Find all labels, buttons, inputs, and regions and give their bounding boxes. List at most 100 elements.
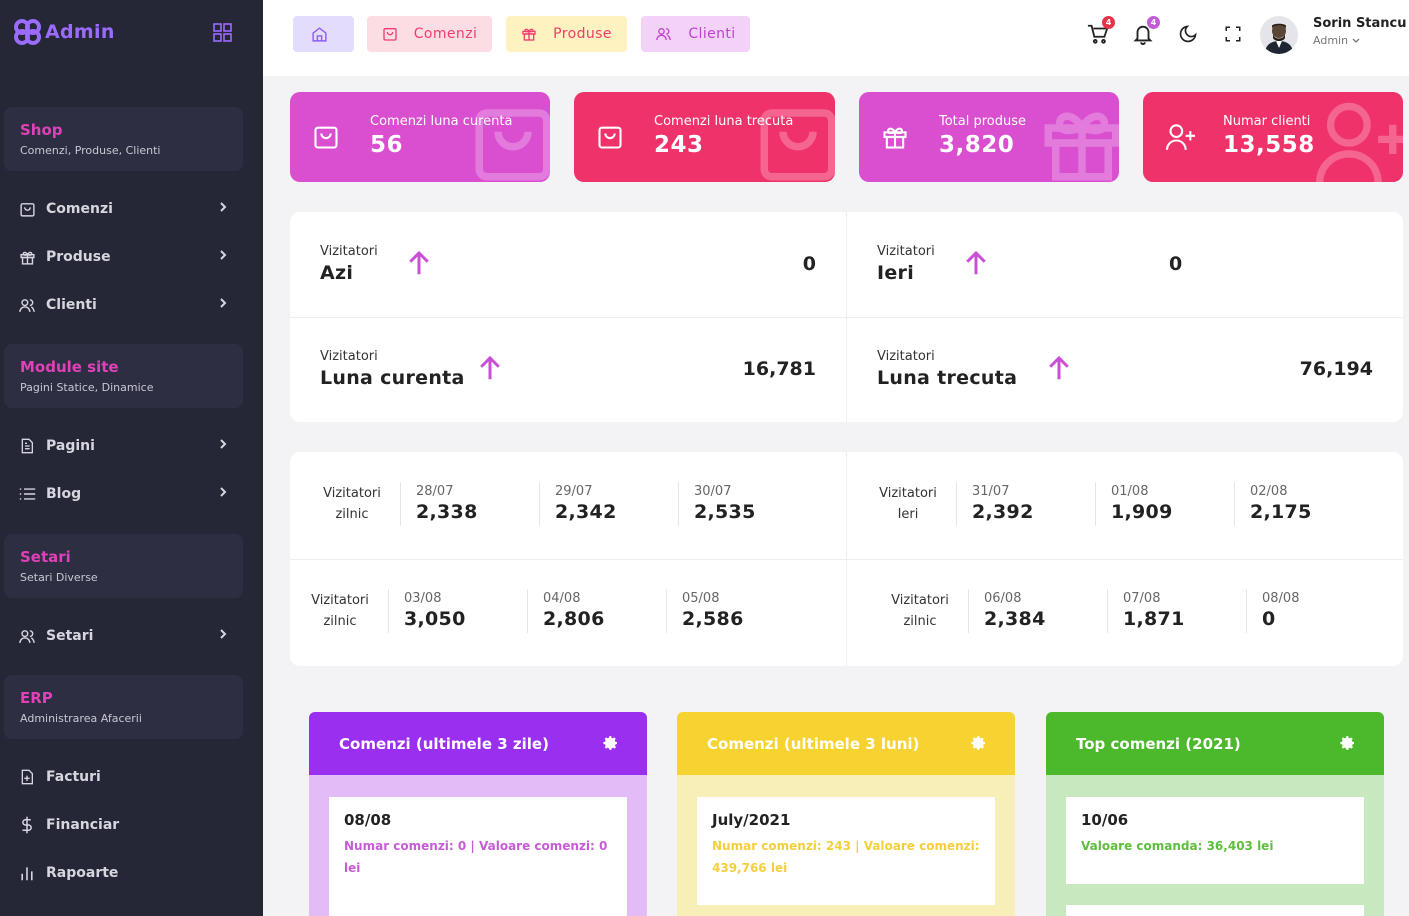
- users-icon: [18, 627, 36, 645]
- shopping-bag-icon: [468, 98, 550, 182]
- daily-day: 02/08 2,175: [1250, 484, 1312, 523]
- gear-icon[interactable]: [971, 735, 987, 755]
- arrow-up-icon: [1044, 353, 1074, 387]
- avatar[interactable]: [1260, 16, 1298, 54]
- entry-text: Numar comenzi: 243 | Valoare comenzi: 43…: [712, 839, 980, 875]
- widget-entry[interactable]: [1066, 905, 1364, 916]
- widget-top-comenzi: Top comenzi (2021) 10/06 Valoare comanda…: [1046, 712, 1384, 916]
- daily-label-line2: Ieri: [897, 507, 919, 522]
- daily-label-line1: Vizitatori: [879, 486, 937, 501]
- visitors-azi: Vizitatori Azi: [320, 244, 378, 284]
- day-value: 2,342: [555, 501, 617, 523]
- visitors-label: Vizitatori: [320, 349, 378, 364]
- brand-logo-icon: [13, 18, 43, 46]
- daily-label-line2: zilnic: [335, 507, 369, 522]
- clienti-button[interactable]: Clienti: [641, 16, 750, 52]
- sidebar-item-facturi[interactable]: Facturi: [0, 753, 263, 801]
- divider: [846, 212, 847, 422]
- widget-entry[interactable]: 08/08 Numar comenzi: 0 | Valoare comenzi…: [329, 797, 627, 916]
- widget-entry[interactable]: 10/06 Valoare comanda: 36,403 lei: [1066, 797, 1364, 884]
- visitors-value: 76,194: [1299, 358, 1373, 380]
- gift-icon: [18, 248, 36, 266]
- sidebar-item-rapoarte[interactable]: Rapoarte: [0, 849, 263, 897]
- daily-day: 29/07 2,342: [555, 484, 617, 523]
- bar-chart-icon: [18, 864, 36, 882]
- day-date: 04/08: [543, 591, 581, 606]
- sidebar-item-label: Financiar: [46, 817, 120, 833]
- card-value: 243: [654, 132, 704, 158]
- day-date: 08/08: [1262, 591, 1300, 606]
- section-subtitle: Pagini Statice, Dinamice: [20, 381, 154, 394]
- widget-header: Comenzi (ultimele 3 luni): [677, 712, 1015, 775]
- section-title: Setari: [20, 548, 71, 566]
- day-value: 2,338: [416, 501, 478, 523]
- sidebar-item-blog[interactable]: Blog: [0, 470, 263, 518]
- file-icon: [18, 437, 36, 455]
- sidebar: Admin Shop Comenzi, Produse, Clienti Com…: [0, 0, 263, 916]
- day-value: 1,871: [1123, 608, 1185, 630]
- notifications-button[interactable]: 4: [1131, 16, 1160, 46]
- bell-badge: 4: [1147, 16, 1160, 29]
- user-name[interactable]: Sorin Stancu: [1313, 16, 1407, 31]
- users-icon: [18, 296, 36, 314]
- widget-title: Comenzi (ultimele 3 zile): [339, 734, 549, 753]
- card-comenzi-luna-curenta[interactable]: Comenzi luna curenta 56: [290, 92, 550, 182]
- dark-mode-toggle[interactable]: [1176, 22, 1200, 46]
- section-subtitle: Comenzi, Produse, Clienti: [20, 144, 161, 157]
- sidebar-item-clienti[interactable]: Clienti: [0, 281, 263, 329]
- sidebar-item-label: Setari: [46, 628, 94, 644]
- widget-header: Comenzi (ultimele 3 zile): [309, 712, 647, 775]
- chevron-right-icon: [219, 438, 227, 454]
- fullscreen-icon: [1224, 25, 1242, 43]
- button-label: Produse: [553, 26, 612, 42]
- arrow-up-icon: [961, 248, 991, 282]
- daily-day: 05/08 2,586: [682, 591, 744, 630]
- day-value: 2,175: [1250, 501, 1312, 523]
- gear-icon[interactable]: [603, 735, 619, 755]
- widget-title: Comenzi (ultimele 3 luni): [707, 734, 920, 753]
- day-value: 2,384: [984, 608, 1046, 630]
- produse-button[interactable]: Produse: [506, 16, 627, 52]
- cart-button[interactable]: 4: [1086, 16, 1115, 46]
- home-button[interactable]: [293, 16, 354, 52]
- section-title: ERP: [20, 689, 53, 707]
- daily-label-line2: zilnic: [323, 614, 357, 629]
- sidebar-item-produse[interactable]: Produse: [0, 233, 263, 281]
- day-value: 1,909: [1111, 501, 1173, 523]
- chevron-right-icon: [219, 628, 227, 644]
- card-total-produse[interactable]: Total produse 3,820: [859, 92, 1119, 182]
- fullscreen-button[interactable]: [1221, 22, 1245, 46]
- day-value: 2,535: [694, 501, 756, 523]
- users-icon: [655, 26, 680, 42]
- user-plus-icon: [1165, 123, 1197, 155]
- day-value: 0: [1262, 608, 1276, 630]
- brand-name: Admin: [45, 21, 115, 43]
- separator: [956, 482, 957, 526]
- widget-entry[interactable]: July/2021 Numar comenzi: 243 | Valoare c…: [697, 797, 995, 905]
- sidebar-item-label: Blog: [46, 486, 82, 502]
- card-value: 56: [370, 132, 404, 158]
- sidebar-item-comenzi[interactable]: Comenzi: [0, 185, 263, 233]
- comenzi-button[interactable]: Comenzi: [367, 16, 492, 52]
- sidebar-item-pagini[interactable]: Pagini: [0, 422, 263, 470]
- gear-icon[interactable]: [1340, 735, 1356, 755]
- day-date: 03/08: [404, 591, 442, 606]
- sidebar-item-setari[interactable]: Setari: [0, 612, 263, 660]
- topbar: Comenzi Produse Clienti 4 4 Sorin Stancu…: [263, 0, 1409, 76]
- daily-label-line1: Vizitatori: [891, 593, 949, 608]
- file-plus-icon: [18, 768, 36, 786]
- grid-menu-icon[interactable]: [213, 23, 232, 46]
- visitors-value: 0: [1169, 253, 1183, 275]
- sidebar-item-financiar[interactable]: Financiar: [0, 801, 263, 849]
- visitors-ieri: Vizitatori Ieri: [877, 244, 935, 284]
- daily-day: 30/07 2,535: [694, 484, 756, 523]
- separator: [527, 589, 528, 633]
- daily-day: 06/08 2,384: [984, 591, 1046, 630]
- card-numar-clienti[interactable]: Numar clienti 13,558: [1143, 92, 1403, 182]
- day-date: 02/08: [1250, 484, 1288, 499]
- card-value: 3,820: [939, 132, 1015, 158]
- daily-day: 03/08 3,050: [404, 591, 466, 630]
- day-date: 30/07: [694, 484, 732, 499]
- user-role-dropdown[interactable]: Admin: [1313, 34, 1360, 47]
- card-comenzi-luna-trecuta[interactable]: Comenzi luna trecuta 243: [574, 92, 835, 182]
